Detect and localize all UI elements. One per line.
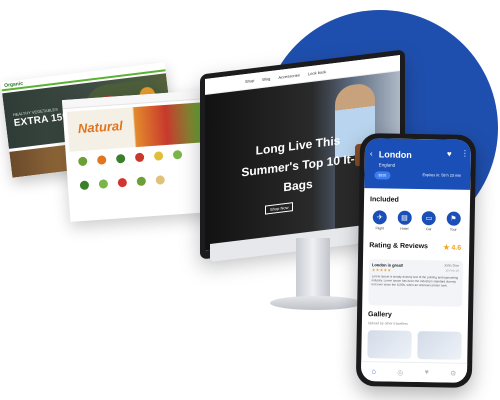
gallery-subtitle: Upload by other travellers bbox=[367, 321, 408, 326]
product-thumb bbox=[98, 179, 109, 189]
plane-icon: ✈ bbox=[372, 210, 388, 225]
monitor-stand-neck bbox=[296, 238, 330, 300]
review-card: London is great! John Doe 12 Feb 19 ★★★★… bbox=[368, 259, 464, 307]
product-thumb bbox=[136, 176, 147, 187]
gallery-photo[interactable] bbox=[417, 331, 462, 360]
rating-value: ★ 4.6 bbox=[443, 244, 462, 252]
bottom-tab-bar: ⌂ ◎ ♥ ⚙ bbox=[360, 361, 468, 383]
smartphone: ‹ London England ♥ ⋮ $320 Expires in: 58… bbox=[355, 133, 477, 388]
product-thumb bbox=[77, 156, 88, 167]
home-tab-icon[interactable]: ⌂ bbox=[372, 368, 376, 375]
product-thumb bbox=[96, 155, 107, 165]
review-body: Lorem Ipsum is simply dummy text of the … bbox=[371, 274, 459, 288]
included-item: ▭ Car bbox=[421, 211, 437, 232]
back-arrow-icon: ‹ bbox=[369, 149, 373, 159]
tour-icon: ⚑ bbox=[446, 211, 461, 226]
trip-header: ‹ London England ♥ ⋮ $320 Expires in: 58… bbox=[364, 138, 472, 190]
nav-item: Accessories bbox=[278, 72, 300, 80]
review-author: John Doe bbox=[443, 263, 459, 268]
nav-item: Shop bbox=[245, 77, 255, 85]
included-list: ✈ Flight ▤ Hotel ▭ Car ⚑ Tour bbox=[368, 210, 466, 232]
settings-tab-icon[interactable]: ⚙ bbox=[450, 369, 456, 377]
more-icon: ⋮ bbox=[460, 148, 469, 158]
grocery-logo: Organic bbox=[3, 80, 24, 89]
gallery-photo[interactable] bbox=[367, 330, 412, 359]
car-icon: ▭ bbox=[421, 211, 437, 226]
included-item: ▤ Hotel bbox=[397, 210, 412, 231]
travel-app-screen: ‹ London England ♥ ⋮ $320 Expires in: 58… bbox=[360, 138, 472, 383]
hero-illustration: Organic HEALTHY VEGETABLES EXTRA 15% OFF… bbox=[0, 0, 500, 400]
favorites-tab-icon[interactable]: ♥ bbox=[425, 369, 429, 376]
review-date: 12 Feb 19 bbox=[445, 268, 459, 273]
product-thumb bbox=[117, 177, 128, 188]
hotel-icon: ▤ bbox=[397, 210, 412, 225]
shop-now-button: Shop Now bbox=[265, 202, 294, 215]
natural-product-row bbox=[79, 175, 166, 191]
heart-icon: ♥ bbox=[446, 149, 452, 159]
product-thumb bbox=[155, 175, 166, 185]
included-item: ⚑ Tour bbox=[446, 211, 461, 232]
product-thumb bbox=[172, 149, 183, 160]
trip-city: London bbox=[378, 149, 412, 160]
product-thumb bbox=[153, 151, 164, 161]
included-label: Flight bbox=[375, 226, 385, 231]
included-heading: Included bbox=[369, 196, 399, 204]
price-badge: $320 bbox=[374, 171, 391, 180]
nav-item: Look book bbox=[307, 69, 327, 77]
product-thumb bbox=[115, 153, 126, 164]
included-label: Hotel bbox=[400, 226, 409, 231]
trip-country: England bbox=[378, 162, 396, 168]
included-item: ✈ Flight bbox=[372, 210, 388, 231]
included-label: Tour bbox=[449, 227, 457, 232]
natural-product-row bbox=[77, 149, 183, 167]
gallery-heading: Gallery bbox=[367, 311, 392, 319]
gallery-list bbox=[367, 330, 462, 360]
included-label: Car bbox=[425, 227, 432, 232]
monitor-stand-base bbox=[270, 296, 362, 310]
natural-brand: Natural bbox=[77, 117, 124, 137]
product-thumb bbox=[79, 180, 90, 191]
expiry-text: Expires in: 58 h 23 min bbox=[422, 173, 462, 178]
nav-item: Blog bbox=[262, 75, 271, 82]
rating-heading: Rating & Reviews bbox=[369, 242, 429, 251]
product-thumb bbox=[134, 152, 145, 163]
explore-tab-icon[interactable]: ◎ bbox=[397, 368, 403, 376]
